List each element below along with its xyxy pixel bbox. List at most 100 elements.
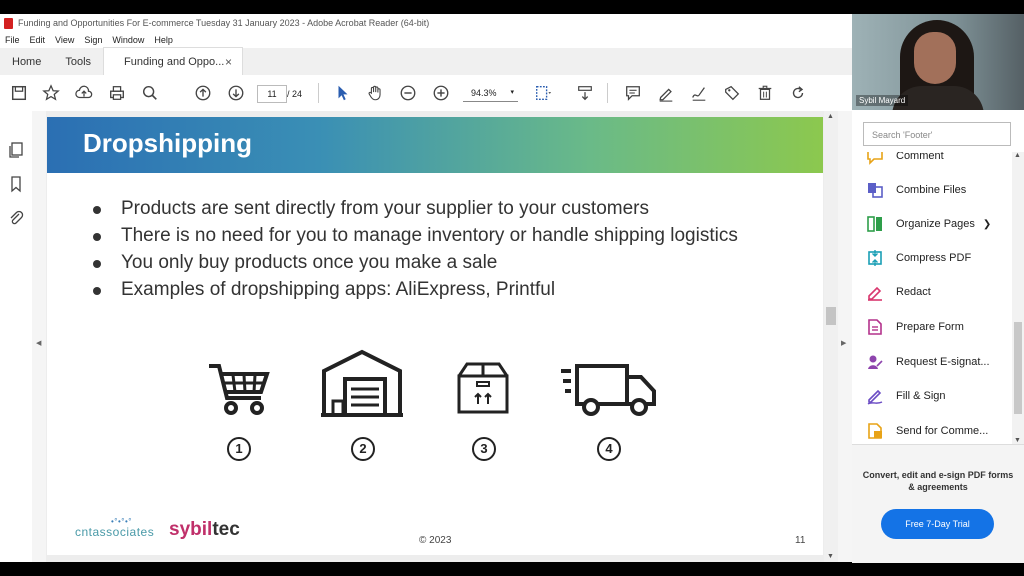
participant-name: Sybil Mayard [856, 95, 909, 106]
rotate-icon[interactable] [788, 83, 808, 103]
bullet-item: There is no need for you to manage inven… [91, 222, 738, 249]
prepare-form-icon [866, 318, 884, 336]
toolbar-divider [607, 83, 608, 103]
previous-page-icon[interactable] [193, 83, 213, 103]
close-tab-icon[interactable]: × [225, 55, 232, 69]
package-box-icon [457, 362, 509, 414]
request-esign-icon [866, 353, 884, 371]
webcam-person-face [914, 32, 956, 84]
zoom-in-icon[interactable] [431, 83, 451, 103]
tab-document[interactable]: Funding and Oppo... × [103, 47, 244, 75]
sign-pen-icon[interactable] [689, 83, 709, 103]
slide-page-number: 11 [795, 535, 806, 546]
sybiltec-logo-part-a: sybil [169, 519, 213, 540]
tool-send-for-comments[interactable]: Send for Comme... [866, 419, 988, 440]
scroll-up-icon[interactable]: ▲ [1014, 152, 1021, 159]
page-thumbnails-icon[interactable] [7, 141, 25, 159]
menu-window[interactable]: Window [112, 35, 144, 45]
compress-pdf-icon [866, 249, 884, 267]
zoom-level-select[interactable]: 94.3% ▾ [463, 85, 518, 102]
free-trial-button[interactable]: Free 7-Day Trial [881, 509, 994, 539]
right-panel-toggle[interactable]: ▶ [838, 111, 852, 562]
bookmarks-icon[interactable] [7, 175, 25, 193]
tab-home[interactable]: Home [0, 48, 53, 75]
print-icon[interactable] [107, 83, 127, 103]
warehouse-icon [321, 349, 403, 417]
chevron-left-icon: ◀ [36, 340, 42, 347]
scroll-mode-icon[interactable] [575, 83, 595, 103]
menu-help[interactable]: Help [154, 35, 173, 45]
scrollbar-thumb[interactable] [826, 307, 836, 325]
comment-icon[interactable] [623, 83, 643, 103]
step-number-3: 3 [472, 437, 496, 461]
tool-label: Organize Pages [896, 218, 975, 230]
scrollbar-thumb[interactable] [1014, 322, 1022, 414]
zoom-level-value: 94.3% [471, 88, 497, 98]
webcam-video-feed: Sybil Mayard [852, 14, 1024, 110]
cnt-associates-logo-text: cntassociates [75, 525, 155, 539]
document-scrollbar[interactable]: ▲ ▼ [824, 111, 838, 562]
menu-view[interactable]: View [55, 35, 74, 45]
tool-combine-files[interactable]: Combine Files [866, 178, 966, 202]
tool-organize-pages[interactable]: Organize Pages ❯ [866, 212, 991, 236]
left-navigation-rail [0, 111, 33, 562]
attachments-paperclip-icon[interactable] [7, 209, 25, 227]
next-page-icon[interactable] [226, 83, 246, 103]
toolbar: 11 / 24 94.3% ▾ [0, 75, 852, 112]
select-cursor-icon[interactable] [333, 83, 353, 103]
edit-tag-icon[interactable] [722, 83, 742, 103]
send-comment-icon [866, 422, 884, 440]
left-panel-toggle[interactable]: ◀ [32, 111, 46, 562]
scroll-down-icon[interactable]: ▼ [827, 553, 834, 560]
tool-compress-pdf[interactable]: Compress PDF [866, 246, 971, 270]
combine-files-icon [866, 181, 884, 199]
shopping-cart-icon [207, 362, 271, 416]
chevron-down-icon[interactable]: ❯ [983, 219, 991, 230]
logo-dots: •°•°•° [111, 517, 132, 526]
tools-scrollbar[interactable]: ▲ ▼ [1012, 152, 1024, 444]
tool-request-esignatures[interactable]: Request E-signat... [866, 350, 990, 374]
tool-prepare-form[interactable]: Prepare Form [866, 315, 964, 339]
upgrade-promo: Convert, edit and e-sign PDF forms & agr… [852, 444, 1024, 563]
tools-search-input[interactable]: Search 'Footer' [863, 122, 1011, 146]
highlight-pen-icon[interactable] [656, 83, 676, 103]
save-icon[interactable] [9, 83, 29, 103]
hand-tool-icon[interactable] [365, 83, 385, 103]
cnt-associates-logo: •°•°•° cntassociates [75, 517, 155, 539]
chevron-down-icon: ▾ [510, 89, 514, 96]
tab-tools[interactable]: Tools [53, 48, 103, 75]
find-zoom-icon[interactable] [140, 83, 160, 103]
bullet-item: Examples of dropshipping apps: AliExpres… [91, 276, 738, 303]
scroll-up-icon[interactable]: ▲ [827, 113, 834, 120]
chevron-right-icon: ▶ [841, 340, 847, 347]
fit-page-icon[interactable] [533, 83, 553, 103]
toolbar-divider [318, 83, 319, 103]
slide-copyright: © 2023 [419, 535, 452, 546]
title-bar: Funding and Opportunities For E-commerce… [0, 14, 852, 32]
fill-sign-icon [866, 387, 884, 405]
redact-icon [866, 283, 884, 301]
tool-comment[interactable]: Comment [866, 152, 944, 168]
bullet-item: Products are sent directly from your sup… [91, 195, 738, 222]
tool-label: Comment [896, 152, 944, 162]
menu-sign[interactable]: Sign [84, 35, 102, 45]
tool-label: Send for Comme... [896, 425, 989, 437]
menu-bar: File Edit View Sign Window Help [0, 32, 852, 48]
window-title: Funding and Opportunities For E-commerce… [18, 18, 430, 28]
document-view[interactable]: Dropshipping Products are sent directly … [46, 111, 824, 562]
tool-label: Compress PDF [896, 252, 972, 264]
tool-label: Prepare Form [896, 321, 964, 333]
delivery-truck-icon [559, 363, 657, 417]
bookmark-star-icon[interactable] [41, 83, 61, 103]
tool-fill-sign[interactable]: Fill & Sign [866, 384, 946, 408]
scroll-down-icon[interactable]: ▼ [1014, 437, 1021, 444]
step-number-1: 1 [227, 437, 251, 461]
upload-cloud-icon[interactable] [74, 83, 94, 103]
menu-edit[interactable]: Edit [30, 35, 46, 45]
menu-file[interactable]: File [5, 35, 20, 45]
page-number-input[interactable]: 11 [257, 85, 287, 103]
sybiltec-logo: sybiltec [169, 519, 240, 541]
tool-redact[interactable]: Redact [866, 280, 931, 304]
zoom-out-icon[interactable] [398, 83, 418, 103]
delete-trash-icon[interactable] [755, 83, 775, 103]
